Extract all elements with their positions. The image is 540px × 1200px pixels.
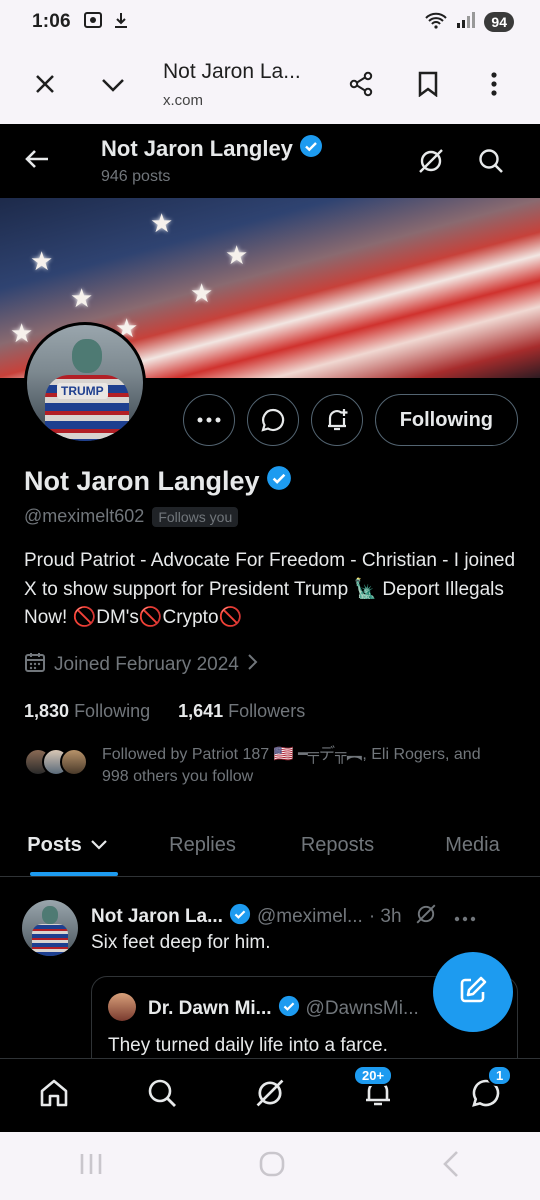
- chevron-down-icon: [90, 834, 108, 857]
- browser-chrome: Not Jaron La... x.com: [0, 44, 540, 124]
- avatar-sweater-text: TRUMP: [57, 383, 108, 399]
- system-back-icon[interactable]: [438, 1149, 464, 1184]
- joined-date[interactable]: Joined February 2024: [24, 651, 519, 679]
- nav-search[interactable]: [137, 1071, 187, 1121]
- tab-posts[interactable]: Posts: [0, 815, 135, 876]
- calendar-icon: [24, 651, 46, 679]
- posts-count: 946 posts: [101, 168, 171, 185]
- compose-button[interactable]: [433, 952, 513, 1032]
- share-icon[interactable]: [341, 64, 381, 104]
- grok-icon[interactable]: [416, 146, 446, 181]
- post-author-avatar[interactable]: [22, 900, 78, 956]
- wifi-icon: [424, 11, 448, 33]
- system-nav-bar: [0, 1132, 540, 1200]
- profile-actions: Following: [182, 394, 518, 446]
- followed-by-text: Followed by Patriot 187 🇺🇸 ━╤デ╦︻, Eli Ro…: [102, 745, 481, 785]
- profile-info: Not Jaron Langley @meximelt602 Follows y…: [24, 465, 519, 788]
- followed-by[interactable]: Followed by Patriot 187 🇺🇸 ━╤デ╦︻, Eli Ro…: [24, 744, 519, 788]
- download-icon: [113, 11, 129, 34]
- more-options-button[interactable]: [182, 394, 235, 446]
- chevron-right-icon: [247, 653, 259, 677]
- post-time: · 3h: [368, 906, 402, 927]
- verified-badge-icon: [278, 995, 300, 1023]
- profile-handle: @meximelt602: [24, 506, 145, 526]
- home-circle-icon[interactable]: [257, 1149, 287, 1184]
- follower-avatars: [24, 747, 88, 776]
- profile-avatar[interactable]: TRUMP: [24, 322, 146, 444]
- messages-badge: 1: [487, 1064, 513, 1086]
- verified-badge-icon: [299, 134, 323, 164]
- post-header: Not Jaron La... @meximel... · 3h: [91, 902, 476, 932]
- tab-reposts[interactable]: Reposts: [270, 815, 405, 876]
- post-text: Six feet deep for him.: [91, 932, 271, 953]
- topnav-name-text: Not Jaron Langley: [101, 136, 293, 161]
- follow-stats: 1,830 Following 1,641 Followers: [24, 701, 519, 722]
- grok-icon[interactable]: [414, 902, 438, 932]
- back-arrow-icon[interactable]: [22, 144, 54, 176]
- following-stat[interactable]: 1,830 Following: [24, 701, 150, 722]
- signal-icon: [456, 11, 476, 33]
- profile-name: Not Jaron Langley: [24, 465, 519, 498]
- more-vertical-icon[interactable]: [474, 64, 514, 104]
- avatar: [60, 747, 88, 776]
- profile-page: Not Jaron Langley 946 posts ★ ★ ★ ★ ★ ★ …: [0, 124, 540, 1058]
- tab-replies[interactable]: Replies: [135, 815, 270, 876]
- notify-bell-button[interactable]: [310, 394, 363, 446]
- profile-tabs: Posts Replies Reposts Media: [0, 815, 540, 877]
- status-time: 1:06: [32, 11, 71, 32]
- browser-title[interactable]: Not Jaron La...: [163, 60, 301, 84]
- quoted-author-avatar: [108, 993, 136, 1021]
- search-icon[interactable]: [476, 146, 506, 181]
- follows-you-badge: Follows you: [152, 506, 239, 527]
- compose-icon: [457, 974, 489, 1011]
- notifications-badge: 20+: [353, 1064, 394, 1086]
- profile-name-text: Not Jaron Langley: [24, 466, 260, 496]
- nav-notifications[interactable]: 20+: [353, 1064, 403, 1121]
- battery-indicator: 94: [484, 12, 514, 32]
- post-author-handle: @meximel...: [256, 906, 363, 927]
- chevron-down-icon[interactable]: [93, 64, 133, 104]
- verified-badge-icon: [266, 465, 292, 498]
- tab-media[interactable]: Media: [405, 815, 540, 876]
- joined-text: Joined February 2024: [54, 653, 239, 675]
- quoted-author-handle: @DawnsMi...: [305, 998, 419, 1019]
- tab-posts-label: Posts: [27, 834, 82, 856]
- bottom-nav: 20+ 1: [0, 1058, 540, 1132]
- home-icon: [37, 1076, 71, 1115]
- followers-stat[interactable]: 1,641 Followers: [178, 701, 305, 722]
- grok-chat-button[interactable]: [246, 394, 299, 446]
- profile-top-nav: Not Jaron Langley 946 posts: [0, 124, 540, 198]
- screenshot-icon: [83, 11, 103, 34]
- post-author-name[interactable]: Not Jaron La...: [91, 906, 223, 928]
- quoted-post-text: They turned daily life into a farce.: [108, 1035, 388, 1056]
- following-button[interactable]: Following: [374, 394, 518, 446]
- quoted-author-name: Dr. Dawn Mi...: [148, 998, 272, 1019]
- nav-home[interactable]: [29, 1071, 79, 1121]
- browser-domain[interactable]: x.com: [163, 92, 203, 109]
- nav-grok[interactable]: [245, 1071, 295, 1121]
- recents-icon[interactable]: [76, 1151, 106, 1182]
- topnav-name: Not Jaron Langley: [101, 134, 323, 164]
- profile-bio: Proud Patriot - Advocate For Freedom - C…: [24, 550, 516, 628]
- close-icon[interactable]: [25, 64, 65, 104]
- status-bar: 1:06 94: [0, 0, 540, 44]
- post-more-icon[interactable]: [454, 906, 476, 928]
- grok-icon: [253, 1076, 287, 1115]
- nav-messages[interactable]: 1: [461, 1064, 513, 1121]
- verified-badge-icon: [229, 903, 251, 931]
- bookmark-icon[interactable]: [408, 64, 448, 104]
- search-icon: [145, 1076, 179, 1115]
